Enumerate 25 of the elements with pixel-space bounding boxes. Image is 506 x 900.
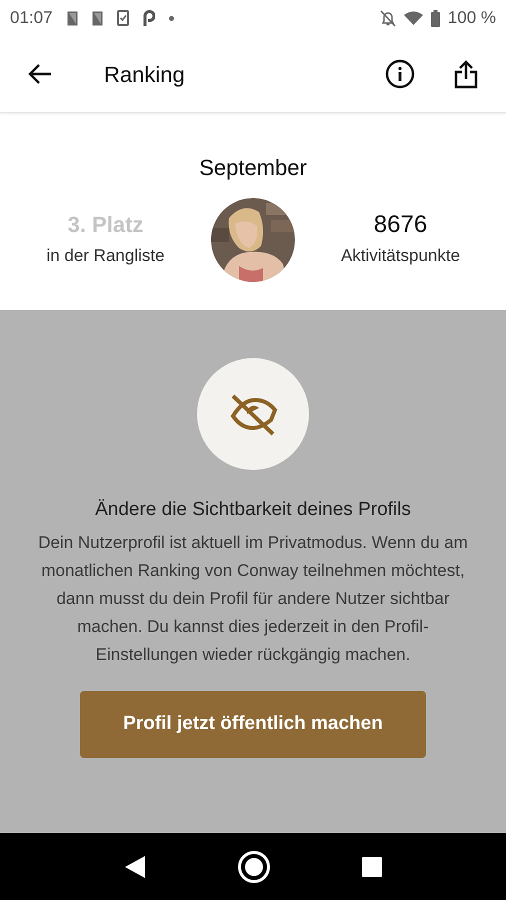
dialog-title: Ändere die Sichtbarkeit deines Profils xyxy=(95,498,411,522)
hidden-eye-icon xyxy=(197,358,309,470)
recents-nav-button[interactable] xyxy=(361,856,383,878)
screen-title: Ranking xyxy=(104,60,185,89)
rank-value: 3. Platz xyxy=(68,211,144,240)
dialog-message: Dein Nutzerprofil ist aktuell im Privatmodus. Wenn du am monatlichen Ranking von Conway teilnehmen möchtest, dann musst du dein Profil für andere Nutzer sichtbar machen. Du kannst dies jederzeit in den Profil-Einstellungen wieder rückgängig machen. xyxy=(37,532,469,666)
wifi-icon xyxy=(404,11,423,25)
clipboard-check-icon xyxy=(116,10,129,26)
sim-card-icon xyxy=(92,10,103,26)
share-button[interactable] xyxy=(452,58,480,90)
dot-icon xyxy=(168,16,174,20)
home-nav-button[interactable] xyxy=(237,850,271,884)
month-title: September xyxy=(199,154,307,182)
points-value: 8676 xyxy=(374,211,428,240)
battery-percentage: 100 % xyxy=(448,7,496,30)
sim-card-icon xyxy=(66,10,78,26)
make-public-button[interactable]: Profil jetzt öffentlich machen xyxy=(80,690,426,758)
battery-icon xyxy=(430,10,440,26)
points-label: Aktivitätspunkte xyxy=(340,245,460,268)
p-logo-icon xyxy=(142,10,155,26)
rank-label: in der Rangliste xyxy=(46,245,165,268)
bell-off-icon xyxy=(380,10,396,26)
status-time: 01:07 xyxy=(10,7,53,30)
info-button[interactable] xyxy=(384,58,416,90)
back-nav-button[interactable] xyxy=(123,854,147,878)
